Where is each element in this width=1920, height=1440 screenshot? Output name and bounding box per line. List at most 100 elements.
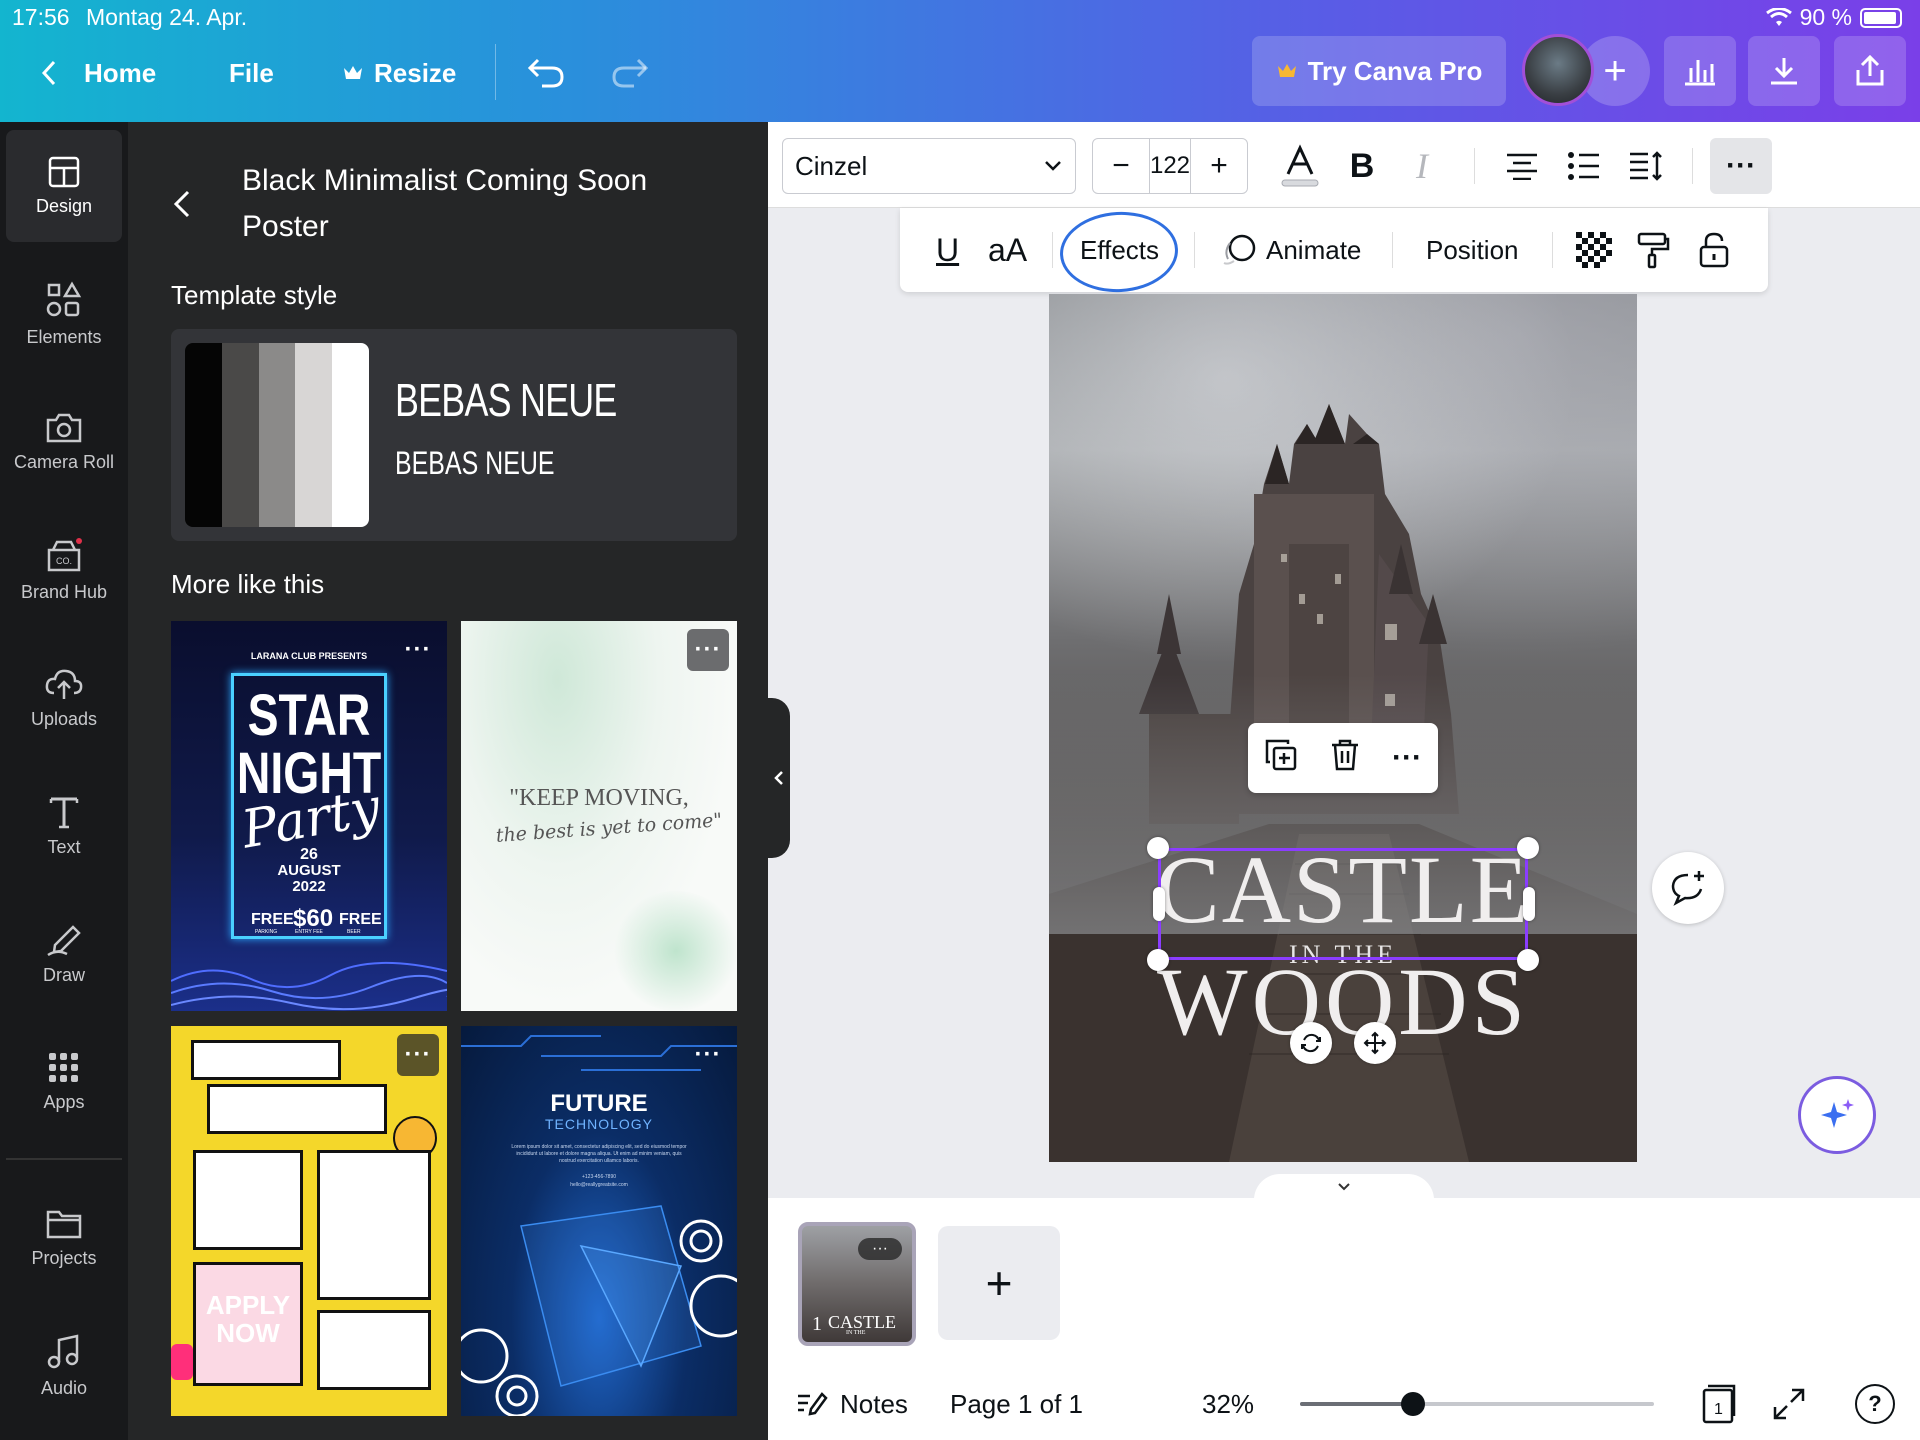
italic-icon: I	[1416, 146, 1428, 186]
page-indicator[interactable]: Page 1 of 1	[950, 1384, 1083, 1424]
template-thumb-future[interactable]: FUTURE TECHNOLOGY Lorem ipsum dolor sit …	[461, 1026, 737, 1416]
chevron-down-icon	[1338, 1183, 1350, 1191]
rail-item-design[interactable]: Design	[6, 130, 122, 242]
font-family-select[interactable]: Cinzel	[782, 138, 1076, 194]
font-size-input[interactable]: 122	[1148, 139, 1192, 193]
decrease-size-button[interactable]: −	[1093, 139, 1149, 193]
resize-handle-top-right[interactable]	[1517, 837, 1539, 859]
add-comment-button[interactable]	[1652, 852, 1724, 924]
spacing-button[interactable]	[1618, 138, 1674, 194]
resize-handle-top-left[interactable]	[1147, 837, 1169, 859]
move-button[interactable]	[1354, 1022, 1396, 1064]
thumb-more-button[interactable]: ···	[687, 629, 729, 671]
page-count-button[interactable]: 1	[1698, 1384, 1738, 1424]
letter-case-button[interactable]: aA	[988, 226, 1027, 274]
rail-label: Design	[35, 195, 93, 216]
resize-handle-left[interactable]	[1153, 887, 1165, 921]
template-thumb-keep-moving[interactable]: "KEEP MOVING, the best is yet to come" ·…	[461, 621, 737, 1011]
download-button[interactable]	[1748, 36, 1820, 106]
rail-item-elements[interactable]: Elements	[6, 258, 122, 370]
align-button[interactable]	[1494, 138, 1550, 194]
transparency-button[interactable]	[1576, 226, 1612, 274]
letter-case-icon: aA	[988, 231, 1028, 268]
thumb-quote-line2: the best is yet to come"	[495, 809, 723, 847]
rail-item-camera-roll[interactable]: Camera Roll	[6, 386, 122, 498]
delete-button[interactable]	[1330, 738, 1360, 779]
crown-icon	[344, 66, 362, 79]
file-menu-button[interactable]: File	[229, 52, 274, 94]
bold-button[interactable]: B	[1334, 138, 1390, 194]
zoom-slider-knob[interactable]	[1401, 1392, 1425, 1416]
download-icon	[1771, 58, 1797, 85]
collapse-panel-button[interactable]	[768, 698, 790, 858]
plus-icon: +	[1603, 48, 1627, 93]
battery-percent: 90 %	[1799, 4, 1852, 30]
rail-item-brand-hub[interactable]: CO. Brand Hub	[6, 514, 122, 626]
toolbar-divider	[1474, 148, 1475, 184]
selection-box[interactable]	[1158, 848, 1528, 960]
template-style-card[interactable]: BEBAS NEUE BEBAS NEUE	[171, 329, 737, 541]
magic-assistant-button[interactable]	[1798, 1076, 1876, 1154]
panel-back-button[interactable]	[168, 184, 198, 224]
thumb-more-button[interactable]: ···	[687, 1034, 729, 1076]
try-canva-pro-button[interactable]: Try Canva Pro	[1252, 36, 1506, 106]
more-horizontal-icon: ···	[694, 636, 722, 663]
rail-item-audio[interactable]: Audio	[6, 1310, 122, 1422]
draw-icon	[47, 924, 81, 956]
rail-item-text[interactable]: Text	[6, 770, 122, 882]
position-button[interactable]: Position	[1426, 226, 1519, 274]
resize-handle-right[interactable]	[1523, 887, 1535, 921]
battery-icon	[1860, 7, 1902, 28]
canvas-title-woods[interactable]: WOODS	[1049, 954, 1637, 1050]
notes-button[interactable]: Notes	[796, 1384, 908, 1424]
thumb-more-button[interactable]: ···	[397, 1034, 439, 1076]
list-button[interactable]	[1556, 138, 1612, 194]
rotate-button[interactable]	[1290, 1022, 1332, 1064]
animate-button[interactable]: Animate	[1220, 226, 1361, 274]
thumb-hiring: HIRING	[207, 1084, 387, 1134]
redo-button[interactable]	[610, 52, 650, 94]
effects-button[interactable]: Effects	[1057, 208, 1181, 296]
add-page-button[interactable]: +	[938, 1226, 1060, 1340]
more-options-button[interactable]: ···	[1710, 138, 1772, 194]
toggle-pages-button[interactable]	[1254, 1174, 1434, 1200]
share-button[interactable]	[1834, 36, 1906, 106]
rail-item-apps[interactable]: Apps	[6, 1026, 122, 1138]
rail-item-projects[interactable]: Projects	[6, 1182, 122, 1294]
resize-handle-bottom-left[interactable]	[1147, 949, 1169, 971]
rail-item-draw[interactable]: Draw	[6, 898, 122, 1010]
lock-button[interactable]	[1698, 226, 1730, 274]
text-color-button[interactable]	[1272, 138, 1328, 194]
thumb-more-button[interactable]: ···	[397, 629, 439, 671]
increase-size-button[interactable]: +	[1191, 139, 1247, 193]
page-thumbnail[interactable]: CASTLE IN THE 1 ···	[798, 1222, 916, 1346]
avatar[interactable]	[1522, 34, 1594, 106]
sparkle-icon	[1821, 1099, 1854, 1128]
page-more-button[interactable]: ···	[858, 1238, 902, 1260]
more-button[interactable]: ···	[1392, 741, 1422, 775]
italic-button[interactable]: I	[1394, 138, 1450, 194]
zoom-slider[interactable]	[1300, 1392, 1654, 1416]
template-thumb-star-night[interactable]: LARANA CLUB PRESENTS STAR NIGHT Party 26…	[171, 621, 447, 1011]
thumb-positions-card: POSITIONS AVAILABLE • Content Writer • P…	[317, 1150, 431, 1300]
duplicate-button[interactable]	[1264, 738, 1298, 779]
undo-button[interactable]	[526, 52, 566, 94]
trash-icon	[1332, 739, 1358, 770]
notes-label: Notes	[840, 1388, 908, 1419]
template-title: Black Minimalist Coming Soon Poster	[242, 164, 648, 243]
resize-button[interactable]: Resize	[342, 52, 456, 94]
resize-handle-bottom-right[interactable]	[1517, 949, 1539, 971]
text-sub-toolbar: U aA Effects Animate Position	[900, 208, 1768, 296]
color-palette	[185, 343, 369, 527]
thumb-free-1: FREE	[251, 911, 294, 928]
underline-button[interactable]: U	[936, 226, 959, 274]
zoom-value[interactable]: 32%	[1202, 1384, 1254, 1424]
fullscreen-button[interactable]	[1772, 1384, 1806, 1424]
rail-item-uploads[interactable]: Uploads	[6, 642, 122, 754]
home-button[interactable]: Home	[38, 52, 156, 94]
help-button[interactable]: ?	[1855, 1384, 1895, 1424]
insights-button[interactable]	[1664, 36, 1736, 106]
template-thumb-hiring[interactable]: WE ARE HIRING JOIN OUR TEAM! POSITIONS A…	[171, 1026, 447, 1416]
paint-format-button[interactable]	[1636, 226, 1670, 274]
zoom-slider-fill	[1300, 1402, 1413, 1406]
